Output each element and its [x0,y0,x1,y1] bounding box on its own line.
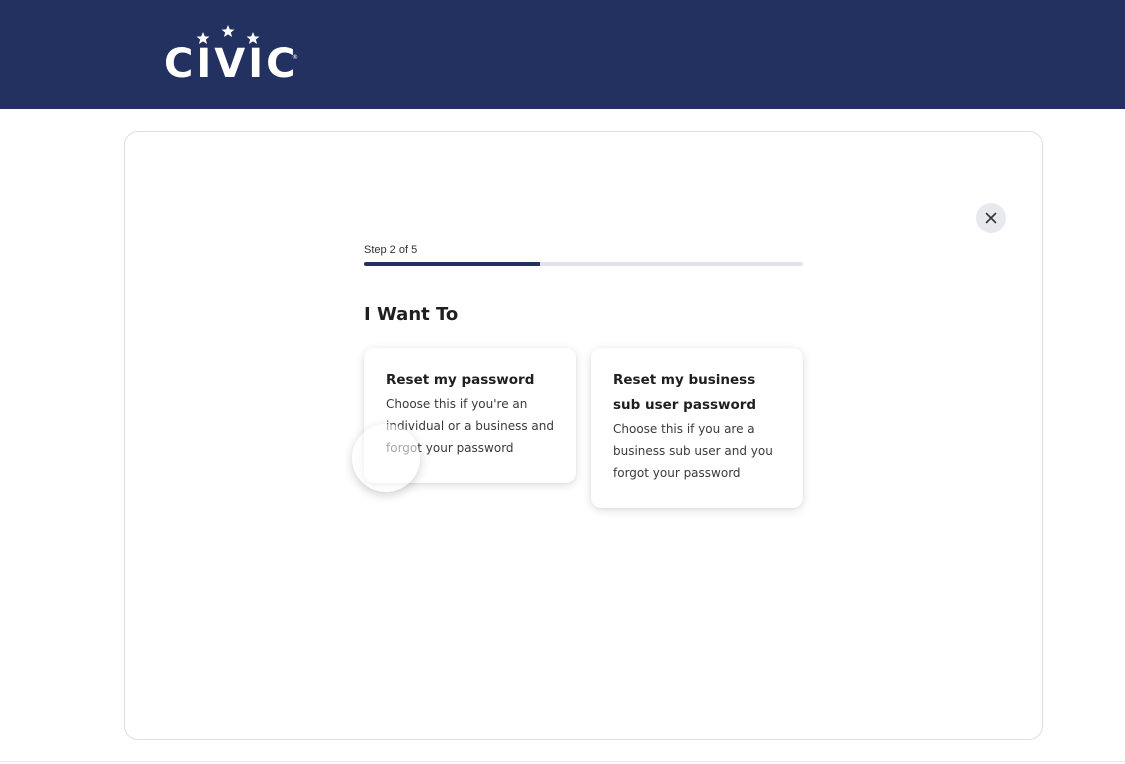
civic-logo[interactable]: CIVIC ® [164,24,304,86]
option-description: Choose this if you're an individual or a… [386,397,554,455]
option-title: Reset my business sub user password [613,372,757,413]
wizard-card [124,131,1043,740]
close-button[interactable] [976,203,1006,233]
progress-bar [364,262,803,266]
footer-divider [0,761,1125,762]
progress-fill [364,262,540,266]
reset-password-option[interactable]: Reset my password Choose this if you're … [364,348,576,483]
step-indicator: Step 2 of 5 [364,244,418,256]
registered-mark: ® [292,54,298,61]
option-title: Reset my password [386,372,535,388]
page-title: I Want To [364,304,459,325]
close-icon [985,212,997,224]
reset-sub-user-password-option[interactable]: Reset my business sub user password Choo… [591,348,803,508]
site-header: CIVIC ® [0,0,1125,109]
option-description: Choose this if you are a business sub us… [613,422,773,480]
brand-name: CIVIC [164,41,299,87]
